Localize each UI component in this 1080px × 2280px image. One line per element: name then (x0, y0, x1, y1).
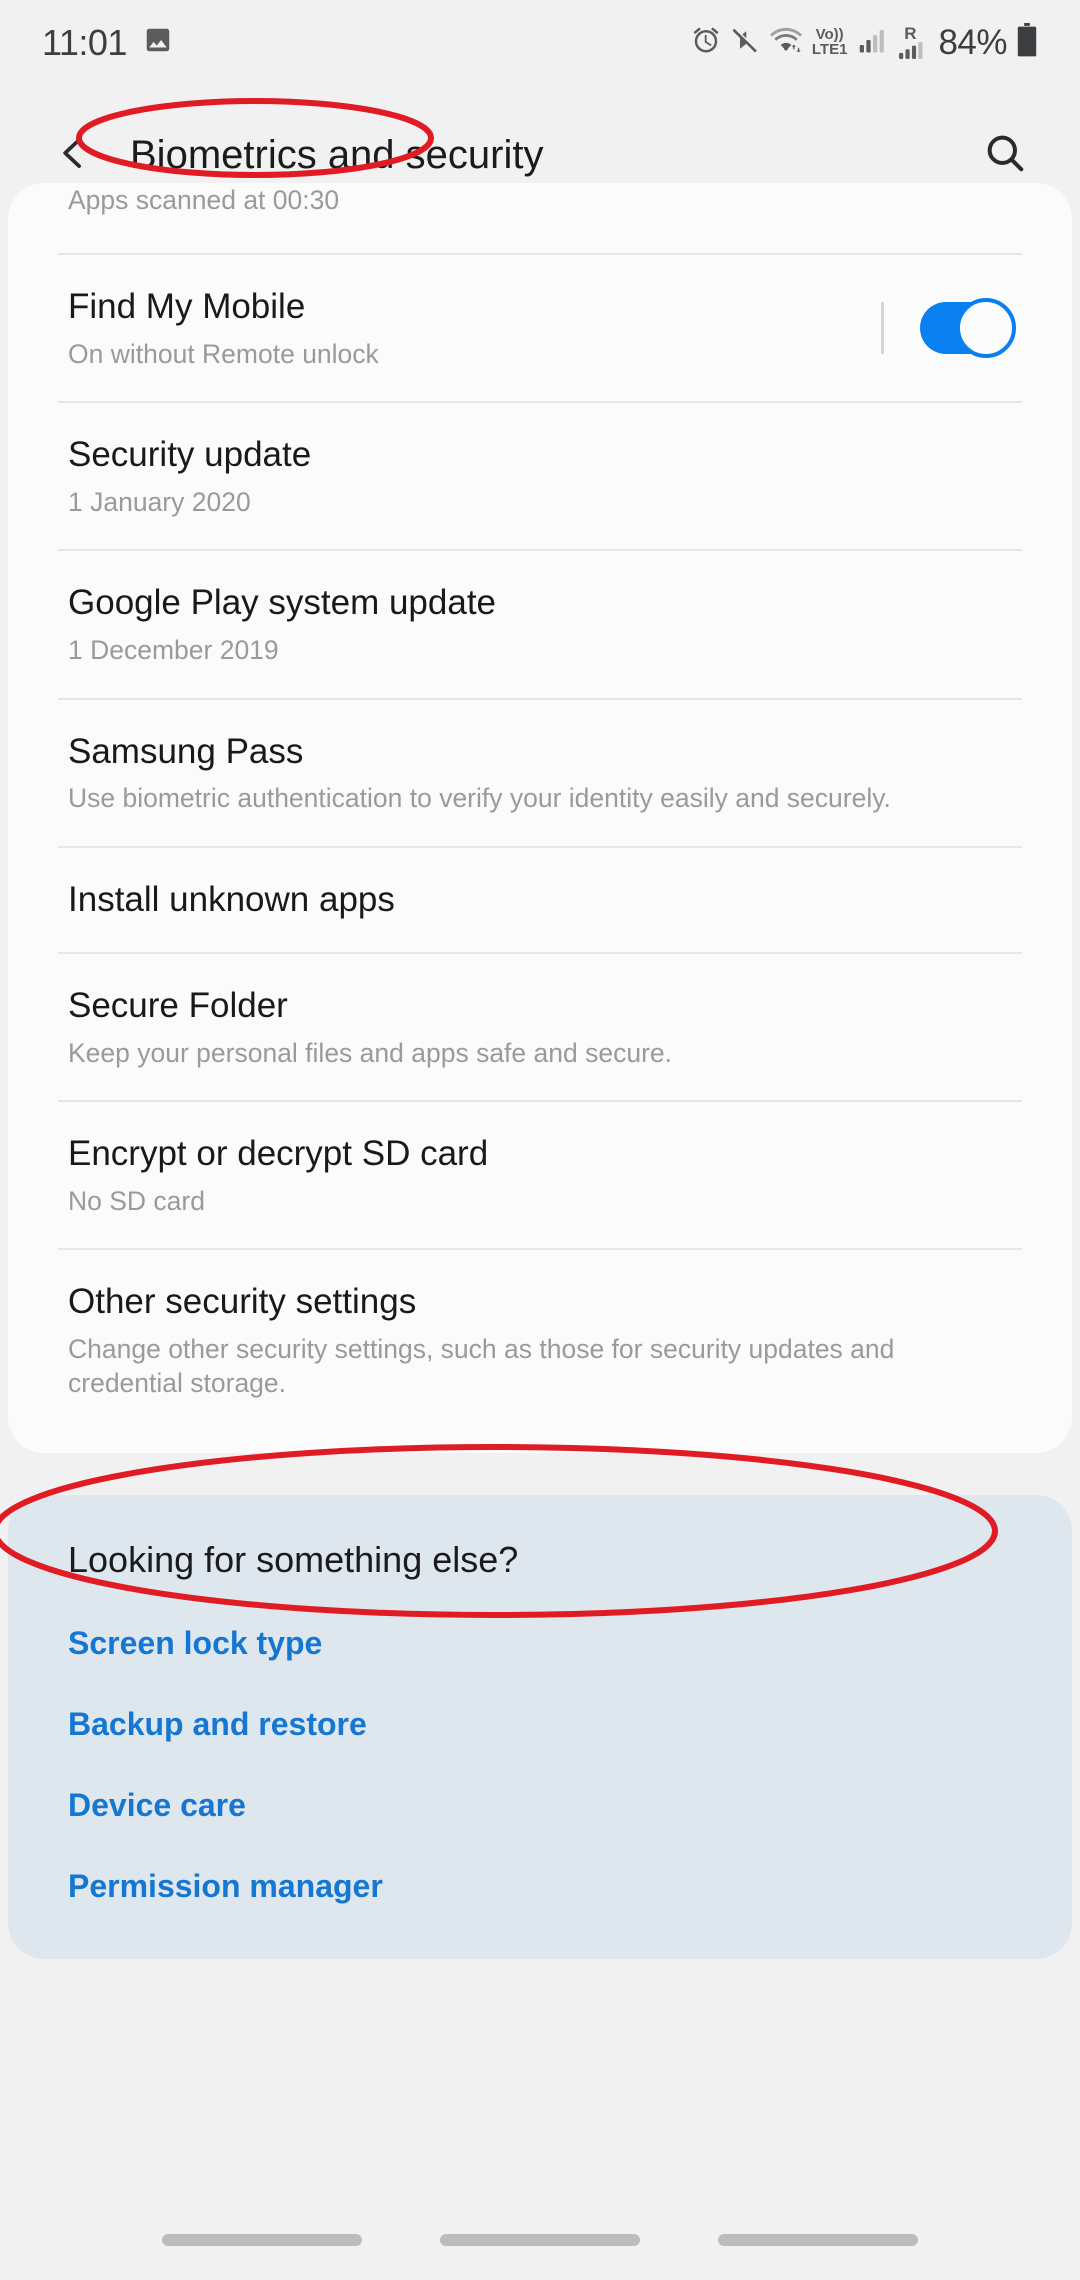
status-clock: 11:01 (42, 21, 127, 63)
list-item-title: Find My Mobile (68, 287, 306, 326)
list-item-title: Security update (68, 435, 312, 475)
signal-icon (856, 25, 886, 60)
suggestion-link-permission-manager[interactable]: Permission manager (68, 1868, 1012, 1905)
suggestions-card: Looking for something else? Screen lock … (8, 1494, 1072, 1959)
row-text: Samsung Pass Use biometric authenticatio… (68, 730, 1012, 816)
row-text: Find My Mobile On without Remote unlock (68, 285, 849, 371)
row-text: Google Play system update 1 December 201… (68, 581, 1012, 667)
list-item-title: Install unknown apps (68, 879, 395, 919)
volte-icon: Vo)) LTE1 (811, 27, 848, 58)
row-text: Install unknown apps (68, 878, 1012, 922)
settings-card: Apps scanned at 00:30 Find My Mobile On … (8, 183, 1072, 1453)
list-item-subtitle: Change other security settings, such as … (68, 1333, 895, 1399)
roaming-signal-icon: R (895, 24, 925, 59)
find-my-mobile-toggle[interactable] (920, 298, 1016, 359)
back-button[interactable] (38, 120, 108, 190)
nav-recents-button[interactable] (162, 2234, 362, 2246)
list-item-encrypt-sd-card[interactable]: Encrypt or decrypt SD card No SD card (8, 1102, 1072, 1248)
list-item-title: Encrypt or decrypt SD card (68, 1133, 489, 1173)
suggestion-link-backup-and-restore[interactable]: Backup and restore (68, 1706, 1012, 1743)
image-icon (143, 25, 173, 60)
list-item-google-play-system-update[interactable]: Google Play system update 1 December 201… (8, 551, 1072, 697)
list-item-title: Other security settings (68, 1282, 417, 1322)
alarm-icon (691, 25, 721, 60)
list-item-title: Google Play system update (68, 583, 497, 623)
list-item-subtitle: 1 December 2019 (68, 635, 279, 666)
list-item-subtitle: Apps scanned at 00:30 (68, 185, 340, 215)
nav-home-button[interactable] (440, 2234, 640, 2246)
toggle-container (849, 298, 1016, 359)
mute-icon (730, 25, 760, 60)
toggle-knob (956, 298, 1016, 359)
list-item-find-my-mobile[interactable]: Find My Mobile On without Remote unlock (8, 255, 1072, 401)
list-item-partial[interactable]: Apps scanned at 00:30 (8, 183, 1072, 253)
row-text: Apps scanned at 00:30 (68, 183, 1012, 217)
status-bar-left: 11:01 (42, 22, 173, 64)
list-item-install-unknown-apps[interactable]: Install unknown apps (8, 848, 1072, 952)
list-item-other-security-settings[interactable]: Other security settings Change other sec… (8, 1250, 1072, 1453)
roaming-letter: R (904, 24, 917, 44)
row-text: Other security settings Change other sec… (68, 1280, 1012, 1401)
list-item-subtitle: 1 January 2020 (68, 486, 251, 517)
list-item-subtitle: No SD card (68, 1185, 205, 1216)
volte-bottom-label: LTE1 (811, 40, 848, 58)
nav-back-button[interactable] (718, 2234, 918, 2246)
list-item-security-update[interactable]: Security update 1 January 2020 (8, 403, 1072, 549)
wifi-icon (769, 25, 803, 60)
list-item-title: Samsung Pass (68, 731, 304, 771)
suggestion-link-screen-lock-type[interactable]: Screen lock type (68, 1625, 1012, 1662)
list-item-samsung-pass[interactable]: Samsung Pass Use biometric authenticatio… (8, 700, 1072, 846)
back-chevron-icon (52, 132, 94, 179)
navigation-bar (0, 2200, 1080, 2280)
row-text: Secure Folder Keep your personal files a… (68, 984, 1012, 1070)
suggestion-link-device-care[interactable]: Device care (68, 1787, 1012, 1824)
suggestions-title: Looking for something else? (68, 1538, 519, 1580)
list-item-secure-folder[interactable]: Secure Folder Keep your personal files a… (8, 954, 1072, 1100)
status-bar-right: Vo)) LTE1 R 84% (691, 23, 1038, 63)
list-item-title: Secure Folder (68, 985, 288, 1025)
list-item-subtitle: On without Remote unlock (68, 338, 379, 369)
status-bar: 11:01 Vo)) LTE1 R 84% (0, 0, 1080, 85)
battery-percent-label: 84% (938, 22, 1007, 62)
list-item-subtitle: Keep your personal files and apps safe a… (68, 1037, 673, 1068)
row-text: Encrypt or decrypt SD card No SD card (68, 1132, 1012, 1218)
search-icon (982, 130, 1028, 181)
search-button[interactable] (968, 118, 1042, 192)
toggle-divider (881, 302, 884, 355)
row-text: Security update 1 January 2020 (68, 433, 1012, 519)
battery-icon (1016, 23, 1038, 62)
page-title: Biometrics and security (130, 132, 544, 177)
list-item-subtitle: Use biometric authentication to verify y… (68, 783, 891, 814)
